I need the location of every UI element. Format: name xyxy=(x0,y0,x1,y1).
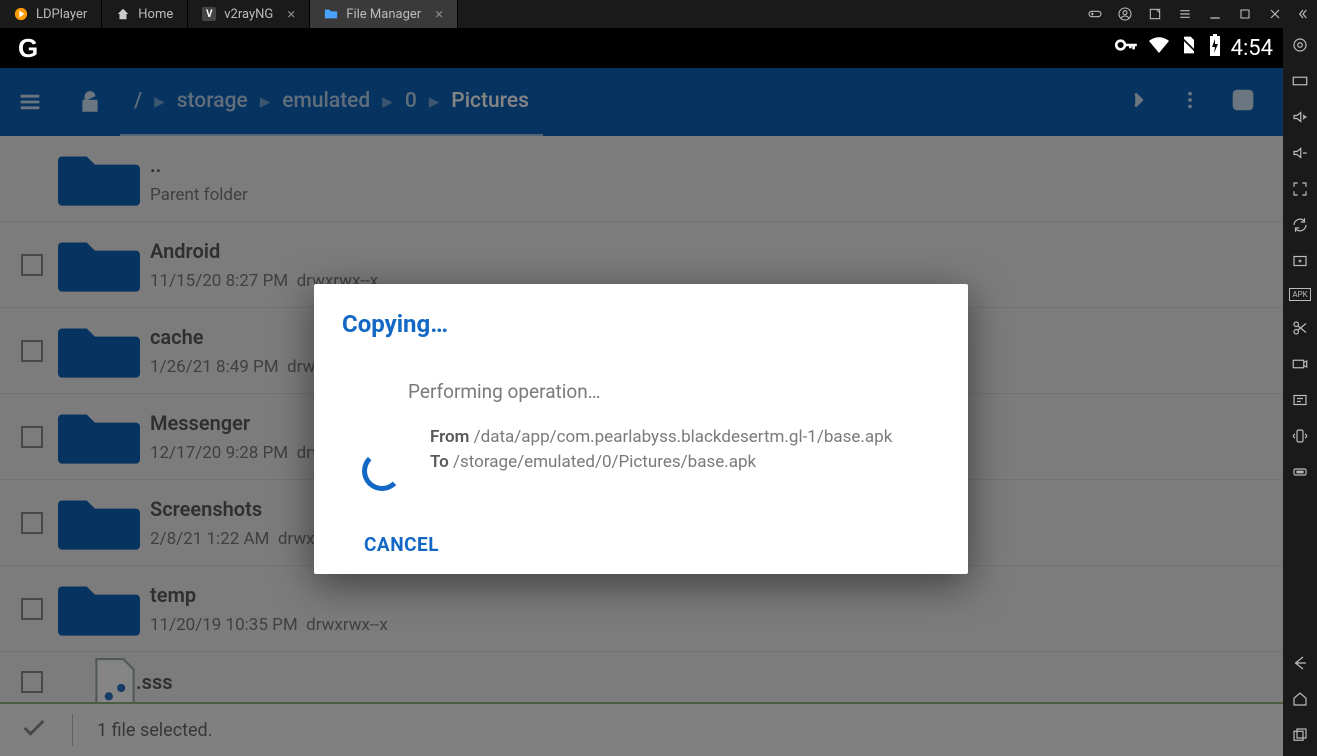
no-sim-icon xyxy=(1179,34,1199,62)
close-icon[interactable]: × xyxy=(287,5,295,23)
emulator-logo-tab[interactable]: LDPlayer xyxy=(0,0,102,28)
dialog-detail: From /data/app/com.pearlabyss.blackdeser… xyxy=(430,425,892,474)
keyboard-icon[interactable] xyxy=(1291,72,1309,90)
close-window-icon[interactable] xyxy=(1267,6,1283,22)
maximize-icon[interactable] xyxy=(1237,6,1253,22)
emulator-titlebar: LDPlayer Home V v2rayNG × File Manager × xyxy=(0,0,1317,28)
fullscreen-icon[interactable] xyxy=(1291,180,1309,198)
operation-record-icon[interactable] xyxy=(1291,391,1309,409)
settings-gear-icon[interactable] xyxy=(1291,36,1309,54)
volume-down-icon[interactable] xyxy=(1291,144,1309,162)
cancel-button[interactable]: CANCEL xyxy=(364,533,439,556)
emulator-side-toolbar: APK xyxy=(1283,28,1317,756)
volume-up-icon[interactable] xyxy=(1291,108,1309,126)
vpn-key-icon xyxy=(1113,32,1139,64)
clock-text: 4:54 xyxy=(1231,36,1273,61)
apk-install-icon[interactable]: APK xyxy=(1289,288,1310,301)
tab-file-manager[interactable]: File Manager × xyxy=(310,0,458,28)
tab-v2rayng[interactable]: V v2rayNG × xyxy=(188,0,310,28)
expand-icon[interactable] xyxy=(1147,6,1163,22)
multi-instance-icon[interactable] xyxy=(1291,252,1309,270)
google-g-icon: G xyxy=(18,33,38,64)
close-icon[interactable]: × xyxy=(435,5,443,23)
sync-icon[interactable] xyxy=(1291,216,1309,234)
collapse-sidebar-icon[interactable] xyxy=(1297,6,1313,22)
dialog-title: Copying… xyxy=(342,310,940,338)
copy-dialog: Copying… Performing operation… From /dat… xyxy=(314,284,968,574)
menu-lines-icon[interactable] xyxy=(1177,6,1193,22)
tab-home[interactable]: Home xyxy=(102,0,188,28)
video-record-icon[interactable] xyxy=(1291,355,1309,373)
account-icon[interactable] xyxy=(1117,6,1133,22)
android-back-icon[interactable] xyxy=(1291,654,1309,672)
android-home-icon[interactable] xyxy=(1291,690,1309,708)
android-status-bar: G 4:54 xyxy=(0,28,1283,68)
emulator-name: LDPlayer xyxy=(36,7,87,22)
android-recents-icon[interactable] xyxy=(1291,726,1309,744)
gamepad-icon[interactable] xyxy=(1087,6,1103,22)
scissors-icon[interactable] xyxy=(1291,319,1309,337)
more-icon[interactable] xyxy=(1291,463,1309,481)
minimize-icon[interactable] xyxy=(1207,6,1223,22)
dialog-message: Performing operation… xyxy=(342,380,940,403)
wifi-icon xyxy=(1147,33,1171,63)
shake-icon[interactable] xyxy=(1291,427,1309,445)
battery-icon xyxy=(1207,33,1223,63)
spinner-icon xyxy=(362,451,402,491)
